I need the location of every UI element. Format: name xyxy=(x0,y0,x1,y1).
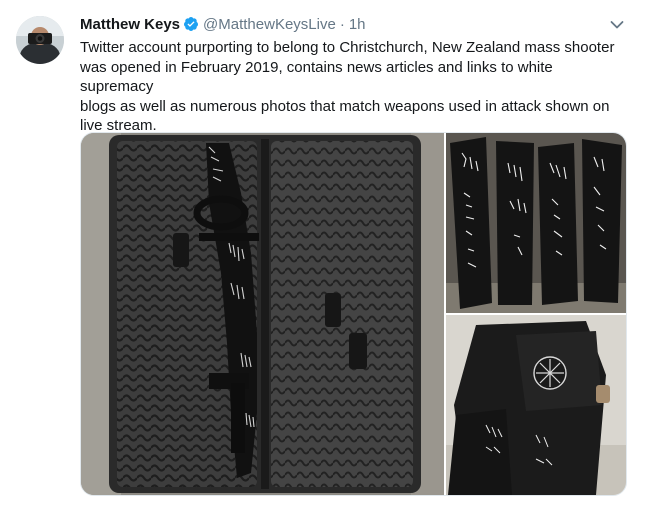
photo-rifle-case[interactable] xyxy=(81,133,444,495)
header-separator: · xyxy=(339,15,345,33)
more-options-button[interactable] xyxy=(608,16,626,34)
tweet-media xyxy=(80,132,627,496)
photo-tactical-vest[interactable] xyxy=(446,315,626,495)
tweet[interactable]: Matthew Keys @MatthewKeysLive · 1h Twitt… xyxy=(0,0,650,513)
avatar[interactable] xyxy=(16,16,64,64)
avatar-image xyxy=(16,16,64,64)
tweet-timestamp[interactable]: 1h xyxy=(349,16,366,33)
author-name[interactable]: Matthew Keys xyxy=(80,16,180,33)
tweet-header: Matthew Keys @MatthewKeysLive · 1h xyxy=(80,14,366,34)
photo-magazines[interactable] xyxy=(446,133,626,313)
tweet-text: Twitter account purporting to belong to … xyxy=(80,39,615,134)
chevron-down-icon xyxy=(610,21,624,29)
verified-badge-icon xyxy=(183,16,199,32)
author-handle[interactable]: @MatthewKeysLive xyxy=(203,16,336,33)
